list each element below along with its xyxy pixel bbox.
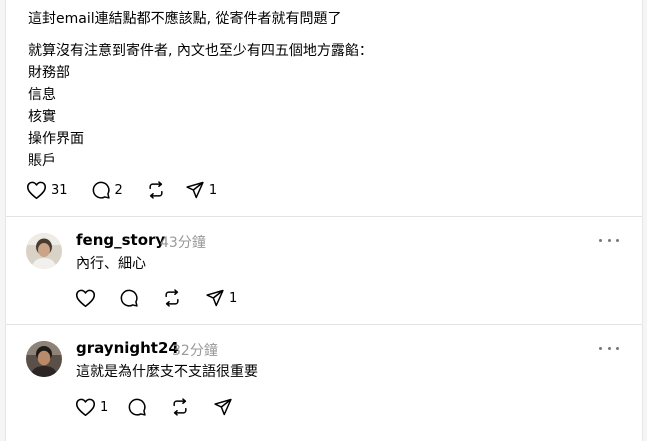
avatar-photo [26,341,62,377]
timestamp[interactable]: 43分鐘 [160,232,206,252]
send-icon [214,398,232,416]
heart-icon [26,181,47,200]
share-button[interactable]: 1 [185,180,217,200]
more-options-button[interactable] [599,235,619,245]
post-list-item: 核實 [28,109,56,125]
divider [6,324,642,325]
comment-icon [128,398,146,416]
reply-actions: 1 [75,397,248,417]
reply-text: 內行、細心 [76,256,146,272]
repost-icon [173,398,187,416]
avatar-photo [26,233,62,269]
thread-card: 這封email連結點都不應該點, 從寄件者就有問題了 就算沒有注意到寄件者, 內… [5,0,643,441]
repost-button[interactable] [162,288,182,308]
reply-button[interactable] [119,288,139,308]
more-options-button[interactable] [599,343,619,353]
dot [599,346,602,350]
post-list-item: 財務部 [28,65,70,81]
reply-count: 2 [114,182,123,198]
divider [6,216,642,217]
send-icon [206,289,224,307]
dot [616,238,619,242]
dot [607,238,611,242]
share-count: 1 [229,290,238,306]
post-list-item: 賬戶 [28,153,56,169]
send-icon [186,181,204,199]
like-button[interactable] [75,288,96,308]
like-count: 31 [51,182,68,198]
repost-icon [149,181,163,199]
username[interactable]: feng_story [76,231,165,249]
repost-button[interactable] [170,397,190,417]
heart-icon [75,289,96,308]
share-count: 1 [208,182,218,198]
heart-icon [75,398,96,417]
repost-button[interactable] [146,180,166,200]
post-list-item: 操作界面 [28,131,84,147]
like-count: 1 [100,399,109,415]
share-button[interactable] [213,397,233,417]
comment-icon [120,289,138,307]
reply-actions: 1 [75,288,252,308]
dot [607,346,611,350]
reply-button[interactable] [127,397,147,417]
comment-icon [92,181,110,199]
post-text-line-1: 這封email連結點都不應該點, 從寄件者就有問題了 [28,11,342,27]
post-actions: 31 2 1 [26,180,232,200]
avatar[interactable] [26,341,62,377]
reply-button[interactable]: 2 [91,180,123,200]
reply-text: 這就是為什麼支不支語很重要 [76,364,258,380]
username[interactable]: graynight24 [76,339,179,357]
avatar[interactable] [26,233,62,269]
post-list-item: 信息 [28,87,56,103]
timestamp[interactable]: 32分鐘 [172,340,218,360]
share-button[interactable]: 1 [205,288,237,308]
post-text-line-2: 就算沒有注意到寄件者, 內文也至少有四五個地方露餡： [28,43,373,59]
like-button[interactable]: 1 [75,397,108,417]
dot [616,346,619,350]
dot [599,238,602,242]
repost-icon [165,289,179,307]
like-button[interactable]: 31 [26,180,68,200]
